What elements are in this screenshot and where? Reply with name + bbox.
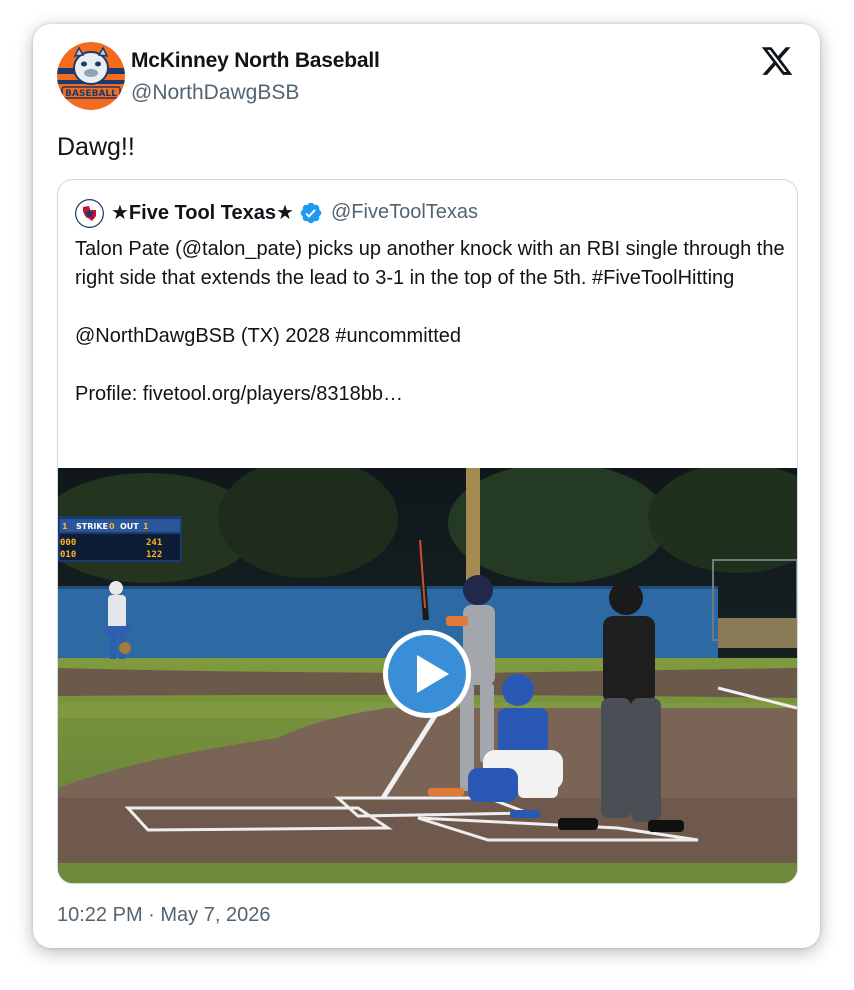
- quoted-text: Talon Pate (@talon_pate) picks up anothe…: [75, 238, 785, 405]
- scoreboard: STRIKE 0 OUT 1 1 000 010 241 122: [58, 516, 182, 562]
- quoted-handle[interactable]: @FiveToolTexas: [331, 201, 478, 224]
- tweet-timestamp[interactable]: 10:22 PM · May 7, 2026: [57, 904, 270, 927]
- scoreboard-right-row1: 241: [146, 538, 162, 548]
- tweet-text: Dawg!!: [57, 133, 135, 161]
- quoted-name[interactable]: ★Five Tool Texas★: [111, 200, 294, 225]
- verified-badge-icon: [299, 201, 323, 225]
- author-handle[interactable]: @NorthDawgBSB: [131, 81, 299, 105]
- scoreboard-left-digit: 1: [62, 522, 68, 531]
- avatar-text: BASEBALL: [65, 89, 117, 99]
- play-button[interactable]: [381, 628, 473, 720]
- tweet-card: BASEBALL McKinney North Baseball @NorthD…: [33, 24, 820, 948]
- bulldog-logo-icon: BASEBALL: [57, 42, 125, 110]
- author-avatar[interactable]: BASEBALL: [57, 42, 125, 110]
- play-icon: [383, 630, 471, 718]
- scoreboard-strike-label: STRIKE: [76, 522, 108, 531]
- x-logo-icon[interactable]: [760, 44, 794, 78]
- scoreboard-strike-value: 0: [109, 522, 115, 531]
- scoreboard-out-label: OUT: [120, 522, 139, 531]
- quoted-avatar[interactable]: [75, 199, 104, 228]
- scoreboard-right-row2: 122: [146, 550, 162, 560]
- video-thumbnail[interactable]: STRIKE 0 OUT 1 1 000 010 241 122: [58, 468, 797, 883]
- author-name[interactable]: McKinney North Baseball: [131, 49, 380, 73]
- texas-star-logo-icon: [75, 199, 104, 228]
- scoreboard-row2: 010: [60, 550, 76, 560]
- scoreboard-row1: 000: [60, 538, 76, 548]
- scoreboard-out-value: 1: [143, 522, 149, 531]
- quoted-tweet[interactable]: ★Five Tool Texas★ @FiveToolTexas Talon P…: [57, 179, 798, 884]
